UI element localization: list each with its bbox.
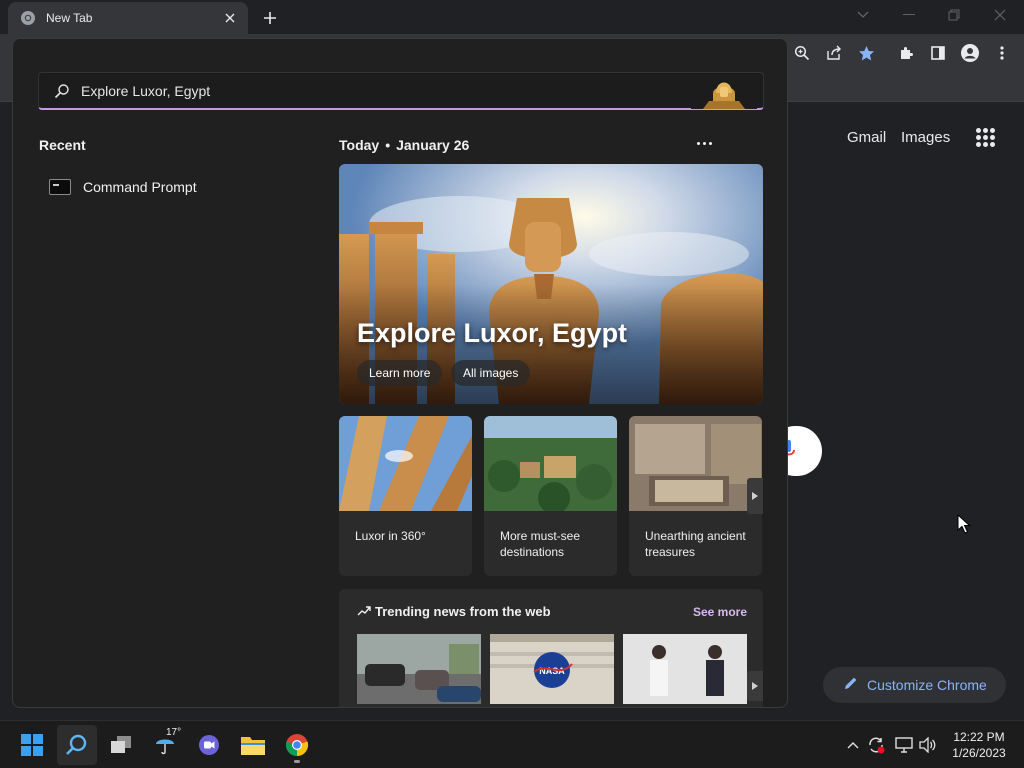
folder-icon xyxy=(241,737,265,755)
news-thumbnail-cars[interactable] xyxy=(357,634,481,704)
chrome-icon xyxy=(20,10,36,26)
new-tab-button[interactable] xyxy=(258,6,282,30)
today-label: Today xyxy=(339,137,380,153)
bookmark-star-icon[interactable] xyxy=(854,41,878,65)
network-icon[interactable] xyxy=(894,735,914,755)
see-more-link[interactable]: See more xyxy=(693,605,747,619)
command-prompt-icon xyxy=(49,179,71,195)
today-header: Today • January 26 xyxy=(339,137,469,153)
taskbar-search-icon xyxy=(66,734,87,755)
hero-title: Explore Luxor, Egypt xyxy=(357,318,628,348)
zoom-icon[interactable] xyxy=(790,41,814,65)
news-thumbnail-people[interactable] xyxy=(623,634,747,704)
chrome-taskbar-button[interactable] xyxy=(277,725,317,765)
profile-avatar-icon[interactable] xyxy=(958,41,982,65)
karnak-columns-thumbnail xyxy=(339,416,472,511)
search-input[interactable] xyxy=(81,82,763,99)
weather-widget[interactable]: 17° xyxy=(145,725,185,765)
search-highlight-hero[interactable]: Explore Luxor, Egypt Learn more All imag… xyxy=(339,164,763,404)
recent-item-command-prompt[interactable]: Command Prompt xyxy=(39,169,309,205)
windows-taskbar: 17° 12:22 PM 1/26/2023 xyxy=(0,720,1024,768)
pharaoh-search-highlight-icon xyxy=(691,73,757,109)
restore-button[interactable] xyxy=(940,4,968,26)
trending-news-section: Trending news from the web See more NASA xyxy=(339,589,763,707)
google-apps-icon[interactable] xyxy=(976,128,996,148)
tomb-thumbnail xyxy=(629,416,762,511)
more-options-icon[interactable] xyxy=(693,133,715,153)
teams-chat-button[interactable] xyxy=(189,725,229,765)
news-thumbnail-nasa[interactable]: NASA xyxy=(490,634,614,704)
volume-icon[interactable] xyxy=(918,735,938,755)
running-indicator xyxy=(294,760,300,763)
tab-strip: New Tab xyxy=(0,0,1024,34)
trending-arrow-icon xyxy=(357,604,371,619)
recent-heading: Recent xyxy=(39,137,86,153)
customize-chrome-button[interactable]: Customize Chrome xyxy=(823,667,1006,703)
system-clock[interactable]: 12:22 PM 1/26/2023 xyxy=(944,729,1014,761)
search-icon xyxy=(53,82,71,100)
tab-title: New Tab xyxy=(46,11,93,25)
minimize-button[interactable] xyxy=(895,4,923,26)
extensions-icon[interactable] xyxy=(894,41,918,65)
sync-alert-icon[interactable] xyxy=(866,735,886,755)
card-label: Unearthing ancient treasures xyxy=(645,529,746,559)
card-label: Luxor in 360° xyxy=(355,529,426,543)
search-box[interactable] xyxy=(38,72,764,110)
clock-time: 12:22 PM xyxy=(953,730,1005,744)
close-window-button[interactable] xyxy=(986,4,1014,26)
tab-search-chevron-icon[interactable] xyxy=(849,4,877,26)
images-link[interactable]: Images xyxy=(901,129,950,146)
weather-temperature: 17° xyxy=(166,727,182,738)
close-tab-icon[interactable] xyxy=(222,10,238,26)
gmail-link[interactable]: Gmail xyxy=(847,129,886,146)
pencil-icon xyxy=(843,675,859,696)
chrome-icon xyxy=(285,734,309,757)
card-must-see-destinations[interactable]: More must-see destinations xyxy=(484,416,617,576)
recent-item-label: Command Prompt xyxy=(83,179,197,195)
side-panel-icon[interactable] xyxy=(926,41,950,65)
cards-next-arrow-icon[interactable] xyxy=(747,478,763,514)
destination-thumbnail xyxy=(484,416,617,514)
trending-heading: Trending news from the web xyxy=(357,604,551,619)
task-view-button[interactable] xyxy=(101,725,141,765)
news-next-arrow-icon[interactable] xyxy=(747,671,763,701)
share-icon[interactable] xyxy=(822,41,846,65)
card-ancient-treasures[interactable]: Unearthing ancient treasures xyxy=(629,416,762,576)
mouse-pointer-icon xyxy=(957,513,971,534)
start-button[interactable] xyxy=(12,725,52,765)
svg-text:NASA: NASA xyxy=(539,666,565,676)
windows-logo-icon xyxy=(21,734,43,756)
show-hidden-icons-chevron-icon[interactable] xyxy=(843,735,863,755)
taskbar-search-button[interactable] xyxy=(57,725,97,765)
learn-more-button[interactable]: Learn more xyxy=(357,360,443,386)
date-label: January 26 xyxy=(396,137,470,153)
customize-chrome-label: Customize Chrome xyxy=(867,677,987,693)
tab-new-tab[interactable]: New Tab xyxy=(8,2,248,34)
clock-date: 1/26/2023 xyxy=(952,746,1006,760)
windows-search-flyout: Recent Command Prompt Today • January 26 xyxy=(12,38,788,708)
all-images-button[interactable]: All images xyxy=(451,360,531,386)
card-label: More must-see destinations xyxy=(500,529,581,559)
bullet-separator: • xyxy=(385,137,391,153)
trending-title: Trending news from the web xyxy=(375,604,551,619)
card-luxor-360[interactable]: Luxor in 360° xyxy=(339,416,472,576)
teams-chat-icon xyxy=(199,735,219,755)
file-explorer-button[interactable] xyxy=(233,725,273,765)
chrome-menu-icon[interactable] xyxy=(990,41,1014,65)
task-view-icon xyxy=(111,736,131,753)
